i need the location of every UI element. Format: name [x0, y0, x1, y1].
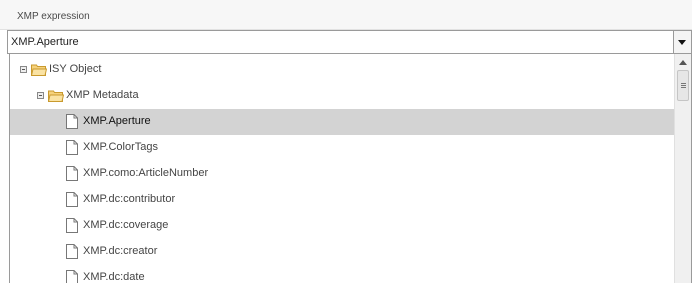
folder-open-icon — [31, 64, 47, 76]
tree-leaf-label: XMP.dc:creator — [83, 245, 158, 257]
dropdown-button[interactable] — [673, 31, 691, 53]
scroll-thumb[interactable] — [677, 70, 689, 101]
tree-leaf-label: XMP.ColorTags — [83, 141, 158, 153]
tree-node-label: XMP Metadata — [66, 89, 139, 101]
tree-leaf-item[interactable]: XMP.dc:coverage — [10, 213, 675, 239]
document-icon — [66, 192, 78, 207]
tree-leaf-label: XMP.dc:contributor — [83, 193, 176, 205]
arrow-up-icon — [679, 60, 687, 65]
tree-leaf-label: XMP.dc:date — [83, 271, 145, 283]
document-icon — [66, 114, 78, 129]
document-icon — [66, 270, 78, 283]
tree-view: ISY Object XMP Metadata XMP.Aperture XMP… — [9, 54, 692, 283]
tree-leaf-item[interactable]: XMP.ColorTags — [10, 135, 675, 161]
select-value: XMP.Aperture — [11, 36, 79, 48]
tree-leaf-item[interactable]: XMP.dc:date — [10, 265, 675, 283]
document-icon — [66, 166, 78, 181]
tree-leaf-label: XMP.dc:coverage — [83, 219, 169, 231]
xmp-expression-select[interactable]: XMP.Aperture — [7, 30, 692, 54]
tree-node-isy-object[interactable]: ISY Object — [10, 57, 675, 83]
scroll-up-button[interactable] — [677, 56, 689, 68]
vertical-scrollbar[interactable] — [674, 54, 691, 283]
tree-leaf-label: XMP.Aperture — [83, 115, 151, 127]
panel-title: XMP expression — [17, 11, 90, 22]
grip-icon — [681, 83, 686, 84]
tree-leaf-item[interactable]: XMP.dc:contributor — [10, 187, 675, 213]
tree-node-xmp-metadata[interactable]: XMP Metadata — [10, 83, 675, 109]
document-icon — [66, 218, 78, 233]
collapse-toggle-icon[interactable] — [37, 92, 44, 99]
chevron-down-icon — [678, 40, 686, 45]
tree-leaf-item[interactable]: XMP.Aperture — [10, 109, 675, 135]
tree-node-label: ISY Object — [49, 63, 102, 75]
document-icon — [66, 140, 78, 155]
tree-leaf-item[interactable]: XMP.dc:creator — [10, 239, 675, 265]
folder-open-icon — [48, 90, 64, 102]
tree-leaf-item[interactable]: XMP.como:ArticleNumber — [10, 161, 675, 187]
xmp-expression-picker: XMP expression XMP.Aperture ISY Object X… — [0, 0, 692, 283]
panel-header: XMP expression — [0, 0, 692, 30]
tree-leaf-label: XMP.como:ArticleNumber — [83, 167, 209, 179]
document-icon — [66, 244, 78, 259]
collapse-toggle-icon[interactable] — [20, 66, 27, 73]
